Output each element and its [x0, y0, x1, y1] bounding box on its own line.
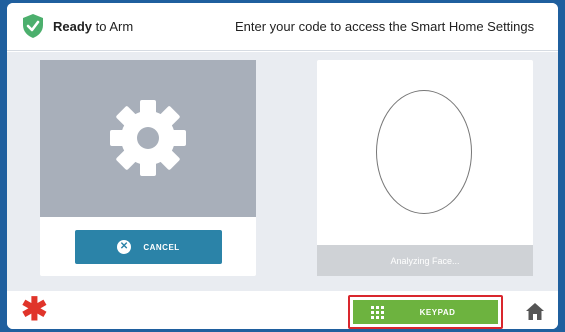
camera-card: ✕ CANCEL: [40, 60, 256, 276]
main-content: ✕ CANCEL Analyzing Face...: [7, 52, 558, 291]
close-icon: ✕: [117, 240, 132, 254]
face-scan-card: Analyzing Face...: [317, 60, 533, 276]
arm-status-text: to Arm: [92, 19, 134, 34]
arm-status-bold: Ready: [53, 19, 93, 34]
shield-check-icon: [23, 14, 43, 38]
face-status-label: Analyzing Face...: [390, 255, 460, 266]
home-icon[interactable]: [526, 303, 544, 320]
camera-preview: [40, 60, 256, 217]
keypad-button-label: KEYPAD: [419, 308, 456, 317]
arm-status: Ready to Arm: [53, 19, 133, 34]
asterisk-icon[interactable]: ✱: [21, 293, 48, 325]
footer-bar: ✱ KEYPAD: [7, 291, 558, 329]
gear-icon: [110, 100, 186, 176]
keypad-button[interactable]: KEYPAD: [353, 300, 498, 324]
face-outline: [376, 90, 472, 214]
keypad-highlight: KEYPAD: [348, 295, 503, 329]
header-bar: Ready to Arm Enter your code to access t…: [7, 3, 558, 51]
cancel-button[interactable]: ✕ CANCEL: [75, 230, 222, 264]
cancel-button-label: CANCEL: [143, 242, 180, 252]
panel-frame: Ready to Arm Enter your code to access t…: [7, 3, 558, 329]
page-prompt: Enter your code to access the Smart Home…: [235, 19, 535, 34]
face-status-bar: Analyzing Face...: [317, 245, 533, 276]
